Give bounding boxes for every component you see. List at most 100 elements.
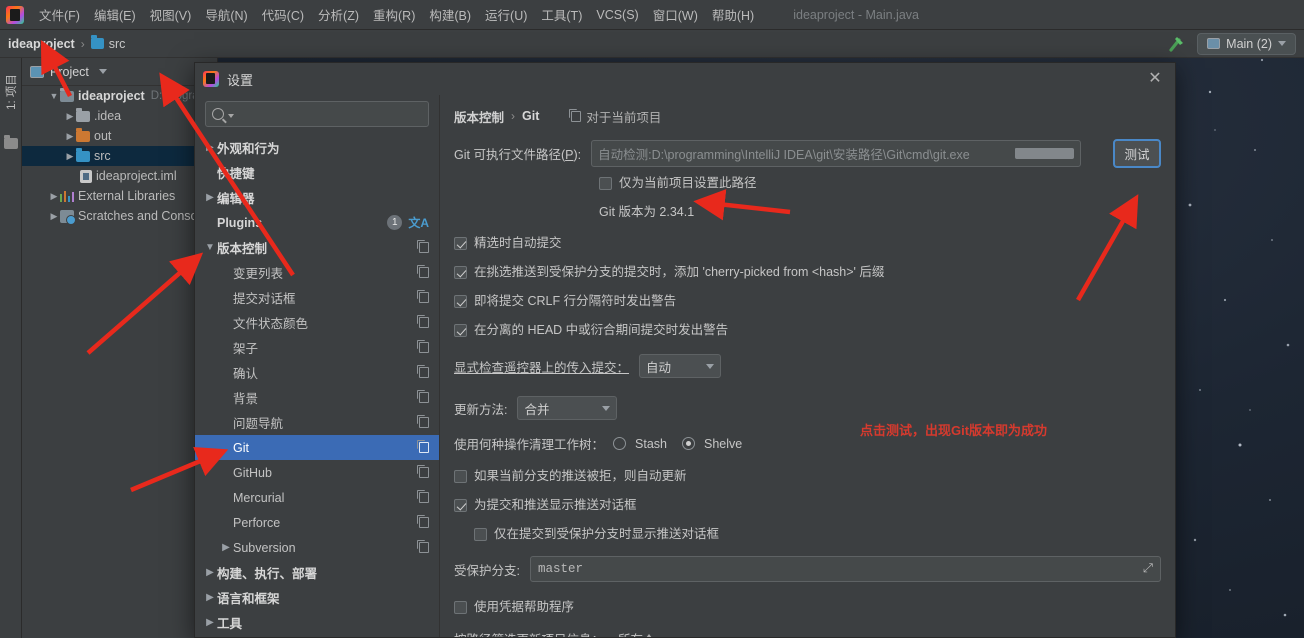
crlf-warning-checkbox-row[interactable]: 即将提交 CRLF 行分隔符时发出警告 [454, 294, 1161, 309]
shelve-radio[interactable] [681, 437, 695, 450]
settings-tree-item-version-control[interactable]: ▼ 版本控制 [195, 235, 439, 260]
chevron-down-icon[interactable]: ▼ [48, 86, 60, 106]
menu-item-tools[interactable]: 工具(T) [534, 1, 589, 28]
settings-tree-item-changelists[interactable]: 变更列表 [195, 260, 439, 285]
git-executable-path-input[interactable]: 自动检测:D:\programming\IntelliJ IDEA\git\安装… [591, 140, 1082, 167]
credential-helper-checkbox[interactable] [454, 601, 467, 614]
settings-tree-item-languages-frameworks[interactable]: ▶ 语言和框架 [195, 585, 439, 610]
menu-item-edit[interactable]: 编辑(E) [87, 1, 143, 28]
settings-tree-label: Mercurial [233, 490, 285, 505]
chevron-down-icon[interactable] [98, 69, 107, 74]
chevron-right-icon[interactable]: ▶ [219, 542, 233, 553]
settings-tree-item-file-status-colors[interactable]: 文件状态颜色 [195, 310, 439, 335]
chevron-down-icon[interactable]: ▼ [203, 242, 217, 253]
chevron-right-icon[interactable]: ▶ [48, 206, 60, 226]
chevron-down-icon[interactable] [228, 114, 234, 118]
menu-item-run[interactable]: 运行(U) [478, 1, 534, 28]
folder-icon[interactable] [4, 135, 18, 149]
credential-helper-checkbox-row[interactable]: 使用凭据帮助程序 [454, 600, 1161, 615]
project-tree-row[interactable]: ▶ out [22, 126, 217, 146]
auto-update-on-reject-checkbox[interactable] [454, 470, 467, 483]
project-tree-row[interactable]: ▶ Scratches and Console [22, 206, 217, 226]
project-panel-header[interactable]: Project [22, 58, 217, 86]
menu-item-navigate[interactable]: 导航(N) [198, 1, 254, 28]
browse-folder-icon[interactable] [1014, 148, 1075, 159]
settings-tree-item-mercurial[interactable]: Mercurial [195, 485, 439, 510]
menu-item-help[interactable]: 帮助(H) [705, 1, 761, 28]
expand-icon[interactable]: ⤢ [1143, 562, 1153, 576]
protected-branches-input[interactable]: master ⤢ [529, 556, 1161, 582]
stash-radio[interactable] [613, 437, 627, 450]
auto-commit-cherrypick-checkbox-row[interactable]: 精选时自动提交 [454, 236, 1161, 251]
auto-update-on-reject-checkbox-row[interactable]: 如果当前分支的推送被拒，则自动更新 [454, 469, 1161, 484]
project-path-checkbox[interactable] [599, 177, 612, 190]
settings-search-box[interactable] [205, 101, 429, 127]
navigation-bar: ideaproject › src Main (2) [0, 30, 1304, 58]
path-filter-value[interactable]: 所有 [618, 629, 643, 637]
settings-tree-item-subversion[interactable]: ▶ Subversion [195, 535, 439, 560]
settings-tree-item-git[interactable]: Git [195, 435, 439, 460]
settings-tree-item-plugins[interactable]: Plugins 1 文A [195, 210, 439, 235]
menu-item-window[interactable]: 窗口(W) [646, 1, 705, 28]
settings-search-input[interactable] [238, 107, 422, 121]
project-path-checkbox-row[interactable]: 仅为当前项目设置此路径 [599, 176, 1161, 191]
settings-tree-item-build-execution-deployment[interactable]: ▶ 构建、执行、部署 [195, 560, 439, 585]
breadcrumb-root[interactable]: 版本控制 [454, 107, 504, 126]
settings-tree-label: 语言和框架 [217, 592, 280, 606]
settings-tree-item-shelf[interactable]: 架子 [195, 335, 439, 360]
settings-tree-item-issue-navigation[interactable]: 问题导航 [195, 410, 439, 435]
update-method-combo[interactable]: 合并 [517, 396, 618, 420]
protected-branch-push-dialog-checkbox[interactable] [474, 528, 487, 541]
build-hammer-icon[interactable] [1165, 33, 1187, 55]
crlf-warning-checkbox[interactable] [454, 295, 467, 308]
settings-tree-item-confirmation[interactable]: 确认 [195, 360, 439, 385]
project-tree-row-src[interactable]: ▶ src [22, 146, 217, 166]
test-button[interactable]: 测试 [1113, 139, 1161, 168]
chevron-right-icon[interactable]: ▶ [64, 126, 76, 146]
tool-window-button-project[interactable]: 1: 项目 [3, 61, 19, 123]
menu-item-view[interactable]: 视图(V) [143, 1, 199, 28]
explicit-check-combo[interactable]: 自动 [639, 354, 722, 378]
breadcrumb-src[interactable]: src [109, 37, 126, 51]
chevron-right-icon[interactable]: ▶ [203, 617, 217, 628]
project-tree-row[interactable]: ▶ External Libraries [22, 186, 217, 206]
settings-tree-item-commit-dialog[interactable]: 提交对话框 [195, 285, 439, 310]
cherrypicked-suffix-checkbox-row[interactable]: 在挑选推送到受保护分支的提交时，添加 'cherry-picked from <… [454, 265, 1161, 280]
menu-item-file[interactable]: 文件(F) [32, 1, 87, 28]
folder-icon [90, 35, 104, 49]
settings-tree-item-background[interactable]: 背景 [195, 385, 439, 410]
spinner-arrows-icon[interactable] [646, 633, 653, 637]
close-icon[interactable]: ✕ [1143, 67, 1167, 91]
menu-item-analyze[interactable]: 分析(Z) [311, 1, 366, 28]
project-tree-row[interactable]: ▶ .idea [22, 106, 217, 126]
detached-head-warning-checkbox-row[interactable]: 在分离的 HEAD 中或衍合期间提交时发出警告 [454, 323, 1161, 338]
chevron-right-icon[interactable]: ▶ [203, 142, 217, 153]
chevron-right-icon[interactable]: ▶ [64, 106, 76, 126]
settings-tree-item-perforce[interactable]: Perforce [195, 510, 439, 535]
chevron-right-icon[interactable]: ▶ [203, 567, 217, 578]
chevron-right-icon[interactable]: ▶ [203, 592, 217, 603]
copy-icon [417, 290, 429, 303]
detached-head-warning-checkbox[interactable] [454, 324, 467, 337]
chevron-right-icon[interactable]: ▶ [48, 186, 60, 206]
auto-commit-cherrypick-checkbox[interactable] [454, 237, 467, 250]
show-push-dialog-checkbox[interactable] [454, 499, 467, 512]
settings-tree-item-keymap[interactable]: 快捷键 [195, 160, 439, 185]
protected-branch-push-dialog-checkbox-row[interactable]: 仅在提交到受保护分支时显示推送对话框 [474, 527, 1161, 542]
menu-item-code[interactable]: 代码(C) [255, 1, 311, 28]
cherrypicked-suffix-checkbox[interactable] [454, 266, 467, 279]
chevron-right-icon[interactable]: ▶ [203, 192, 217, 203]
project-tree-row[interactable]: ideaproject.iml [22, 166, 217, 186]
chevron-right-icon[interactable]: ▶ [64, 146, 76, 166]
settings-tree-item-github[interactable]: GitHub [195, 460, 439, 485]
menu-item-refactor[interactable]: 重构(R) [366, 1, 422, 28]
menu-item-build[interactable]: 构建(B) [422, 1, 478, 28]
show-push-dialog-checkbox-row[interactable]: 为提交和推送显示推送对话框 [454, 498, 1161, 513]
settings-tree-item-editor[interactable]: ▶ 编辑器 [195, 185, 439, 210]
project-tree-row[interactable]: ▼ ideaproject D:\progra [22, 86, 217, 106]
settings-tree-item-tools[interactable]: ▶ 工具 [195, 610, 439, 635]
run-configuration-selector[interactable]: Main (2) [1197, 32, 1296, 55]
breadcrumb-project[interactable]: ideaproject [8, 37, 75, 51]
menu-item-vcs[interactable]: VCS(S) [589, 4, 645, 26]
settings-tree-item-appearance[interactable]: ▶ 外观和行为 [195, 135, 439, 160]
